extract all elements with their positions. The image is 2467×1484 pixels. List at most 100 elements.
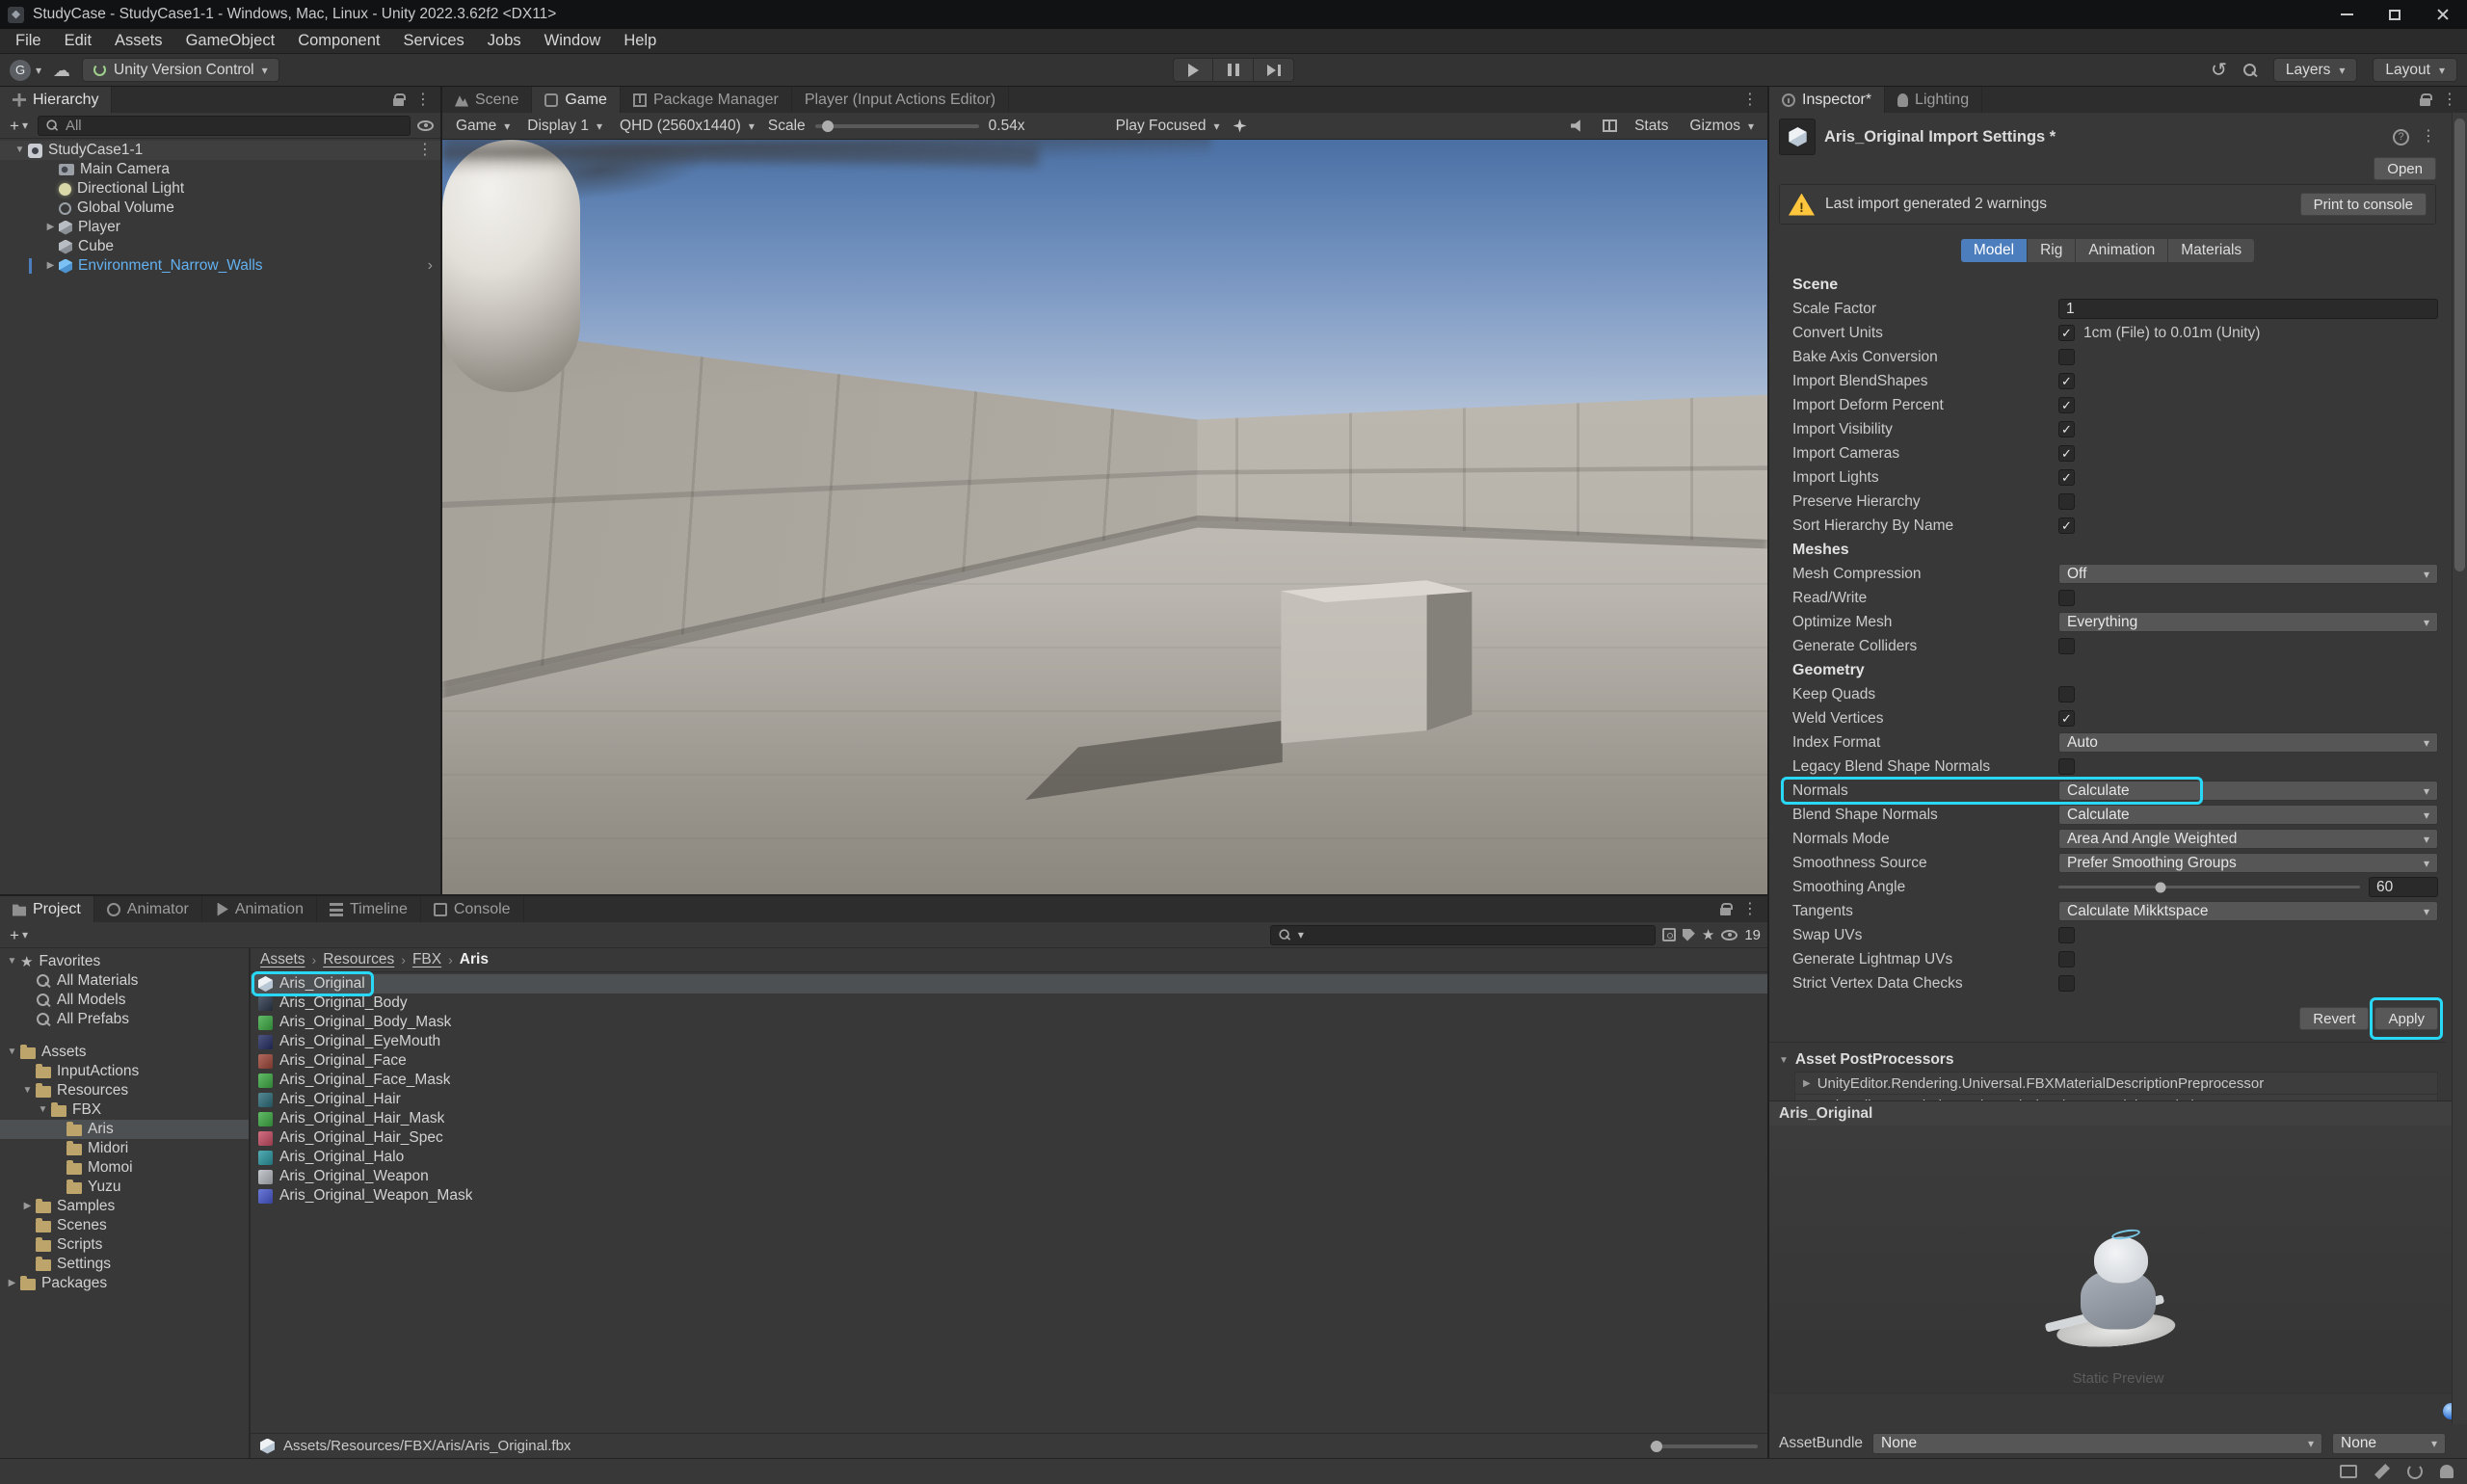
menu-file[interactable]: File — [4, 29, 53, 53]
breadcrumb-fbx[interactable]: FBX — [412, 951, 441, 968]
import-tab-rig[interactable]: Rig — [2028, 238, 2076, 263]
menu-window[interactable]: Window — [533, 29, 613, 53]
folder-favorites[interactable]: Favorites — [0, 952, 249, 971]
menu-edit[interactable]: Edit — [53, 29, 103, 53]
folder-aris[interactable]: Aris — [0, 1120, 249, 1139]
mute-audio-icon[interactable] — [1571, 119, 1585, 133]
read-write-checkbox[interactable] — [2058, 590, 2075, 606]
blend-shape-normals-dropdown[interactable]: Calculate — [2058, 805, 2438, 825]
hierarchy-scene-row[interactable]: StudyCase1-1 — [0, 141, 440, 160]
import-visibility-checkbox[interactable] — [2058, 421, 2075, 437]
slider-track[interactable] — [1650, 1444, 1758, 1448]
folder-fbx[interactable]: FBX — [0, 1100, 249, 1120]
close-button[interactable] — [2419, 0, 2467, 29]
convert-units-checkbox[interactable] — [2058, 325, 2075, 341]
resolution-dropdown[interactable]: QHD (2560x1440) — [616, 118, 758, 135]
mesh-compression-dropdown[interactable]: Off — [2058, 564, 2438, 584]
kebab-menu-icon[interactable] — [1742, 902, 1758, 917]
menu-assets[interactable]: Assets — [103, 29, 174, 53]
index-format-dropdown[interactable]: Auto — [2058, 732, 2438, 753]
stats-button[interactable]: Stats — [1634, 118, 1668, 135]
open-prefab-icon[interactable] — [428, 258, 433, 274]
smoothness-source-dropdown[interactable]: Prefer Smoothing Groups — [2058, 853, 2438, 873]
print-to-console-button[interactable]: Print to console — [2300, 193, 2427, 216]
bake-icon[interactable] — [2374, 1464, 2390, 1479]
play-focused-dropdown[interactable]: Play Focused — [1112, 118, 1224, 135]
inspector-scrollbar[interactable] — [2452, 113, 2467, 1424]
slider-knob[interactable] — [2156, 882, 2166, 892]
folder-inputactions[interactable]: InputActions — [0, 1062, 249, 1081]
file-aris-original-hair[interactable]: Aris_Original_Hair — [251, 1090, 1767, 1109]
project-search-input[interactable] — [1270, 925, 1656, 945]
hierarchy-item-player[interactable]: Player — [0, 218, 440, 237]
import-cameras-checkbox[interactable] — [2058, 445, 2075, 462]
hierarchy-item-environment-narrow-walls[interactable]: Environment_Narrow_Walls — [0, 256, 440, 276]
folder-scenes[interactable]: Scenes — [0, 1216, 249, 1235]
import-tab-model[interactable]: Model — [1960, 238, 2028, 263]
lock-icon[interactable] — [2420, 98, 2430, 106]
foldout-closed-icon[interactable] — [4, 1279, 20, 1288]
help-icon[interactable] — [2393, 129, 2409, 146]
foldout-closed-icon[interactable] — [42, 261, 59, 271]
import-tab-animation[interactable]: Animation — [2076, 238, 2168, 263]
folder-all-materials[interactable]: All Materials — [0, 971, 249, 991]
kebab-menu-icon[interactable] — [1742, 93, 1758, 108]
minimize-button[interactable] — [2322, 0, 2371, 29]
tab-timeline[interactable]: Timeline — [317, 896, 421, 922]
scrollbar-thumb[interactable] — [2454, 119, 2465, 571]
tab-lighting[interactable]: Lighting — [1885, 87, 1982, 113]
legacy-blend-shape-normals-checkbox[interactable] — [2058, 758, 2075, 775]
tangents-dropdown[interactable]: Calculate Mikktspace — [2058, 901, 2438, 921]
menu-services[interactable]: Services — [392, 29, 476, 53]
vsync-icon[interactable] — [1603, 119, 1617, 132]
scale-factor-field[interactable]: 1 — [2058, 299, 2438, 319]
tab-animator[interactable]: Animator — [94, 896, 202, 922]
asset-postprocessors-foldout[interactable]: Asset PostProcessors — [1769, 1048, 2446, 1072]
hierarchy-search-input[interactable]: All — [38, 116, 411, 136]
postprocessor-unityeditor-rendering-universal-fbxmaterialdescriptionpreprocessor[interactable]: UnityEditor.Rendering.Universal.FBXMater… — [1794, 1072, 2438, 1095]
kebab-menu-icon[interactable] — [2442, 93, 2457, 108]
view-mode-dropdown[interactable]: Game — [452, 118, 514, 135]
tab-game[interactable]: Game — [532, 87, 621, 113]
breadcrumb-aris[interactable]: Aris — [460, 951, 489, 968]
keep-quads-checkbox[interactable] — [2058, 686, 2075, 702]
search-by-label-icon[interactable] — [1683, 929, 1695, 941]
preserve-hierarchy-checkbox[interactable] — [2058, 493, 2075, 510]
hierarchy-item-global-volume[interactable]: Global Volume — [0, 199, 440, 218]
tab-project[interactable]: Project — [0, 896, 94, 922]
add-asset-button[interactable] — [7, 927, 31, 943]
folder-scripts[interactable]: Scripts — [0, 1235, 249, 1255]
folder-resources[interactable]: Resources — [0, 1081, 249, 1100]
import-lights-checkbox[interactable] — [2058, 469, 2075, 486]
layers-dropdown[interactable]: Layers — [2273, 58, 2358, 82]
breadcrumb-assets[interactable]: Assets — [260, 951, 305, 968]
foldout-closed-icon[interactable] — [19, 1202, 36, 1211]
activity-icon[interactable] — [2340, 1465, 2357, 1478]
scale-slider[interactable] — [815, 124, 979, 128]
maximize-button[interactable] — [2371, 0, 2419, 29]
assetbundle-variant-dropdown[interactable]: None — [2332, 1433, 2446, 1454]
game-viewport[interactable] — [442, 140, 1767, 894]
scale-slider-knob[interactable] — [822, 120, 834, 132]
version-control-button[interactable]: Unity Version Control — [82, 58, 279, 82]
file-aris-original-body[interactable]: Aris_Original_Body — [251, 994, 1767, 1013]
file-aris-original-weapon-mask[interactable]: Aris_Original_Weapon_Mask — [251, 1186, 1767, 1206]
hidden-packages-icon[interactable] — [1721, 930, 1738, 941]
cloud-services-icon[interactable] — [53, 62, 70, 79]
normals-mode-dropdown[interactable]: Area And Angle Weighted — [2058, 829, 2438, 849]
refresh-icon[interactable] — [2407, 1464, 2423, 1479]
hierarchy-item-cube[interactable]: Cube — [0, 237, 440, 256]
kebab-menu-icon[interactable] — [415, 93, 431, 108]
foldout-open-icon[interactable] — [12, 146, 28, 155]
gizmos-dropdown[interactable]: Gizmos — [1685, 118, 1758, 135]
layout-dropdown[interactable]: Layout — [2373, 58, 2457, 82]
folder-yuzu[interactable]: Yuzu — [0, 1178, 249, 1197]
import-deform-percent-checkbox[interactable] — [2058, 397, 2075, 413]
menu-jobs[interactable]: Jobs — [476, 29, 533, 53]
file-aris-original-eyemouth[interactable]: Aris_Original_EyeMouth — [251, 1032, 1767, 1051]
tab-hierarchy[interactable]: Hierarchy — [0, 87, 112, 113]
lock-icon[interactable] — [393, 98, 404, 106]
folder-all-prefabs[interactable]: All Prefabs — [0, 1010, 249, 1029]
add-gameobject-button[interactable] — [7, 118, 31, 134]
smoothing-angle-field[interactable]: 60 — [2369, 877, 2438, 897]
